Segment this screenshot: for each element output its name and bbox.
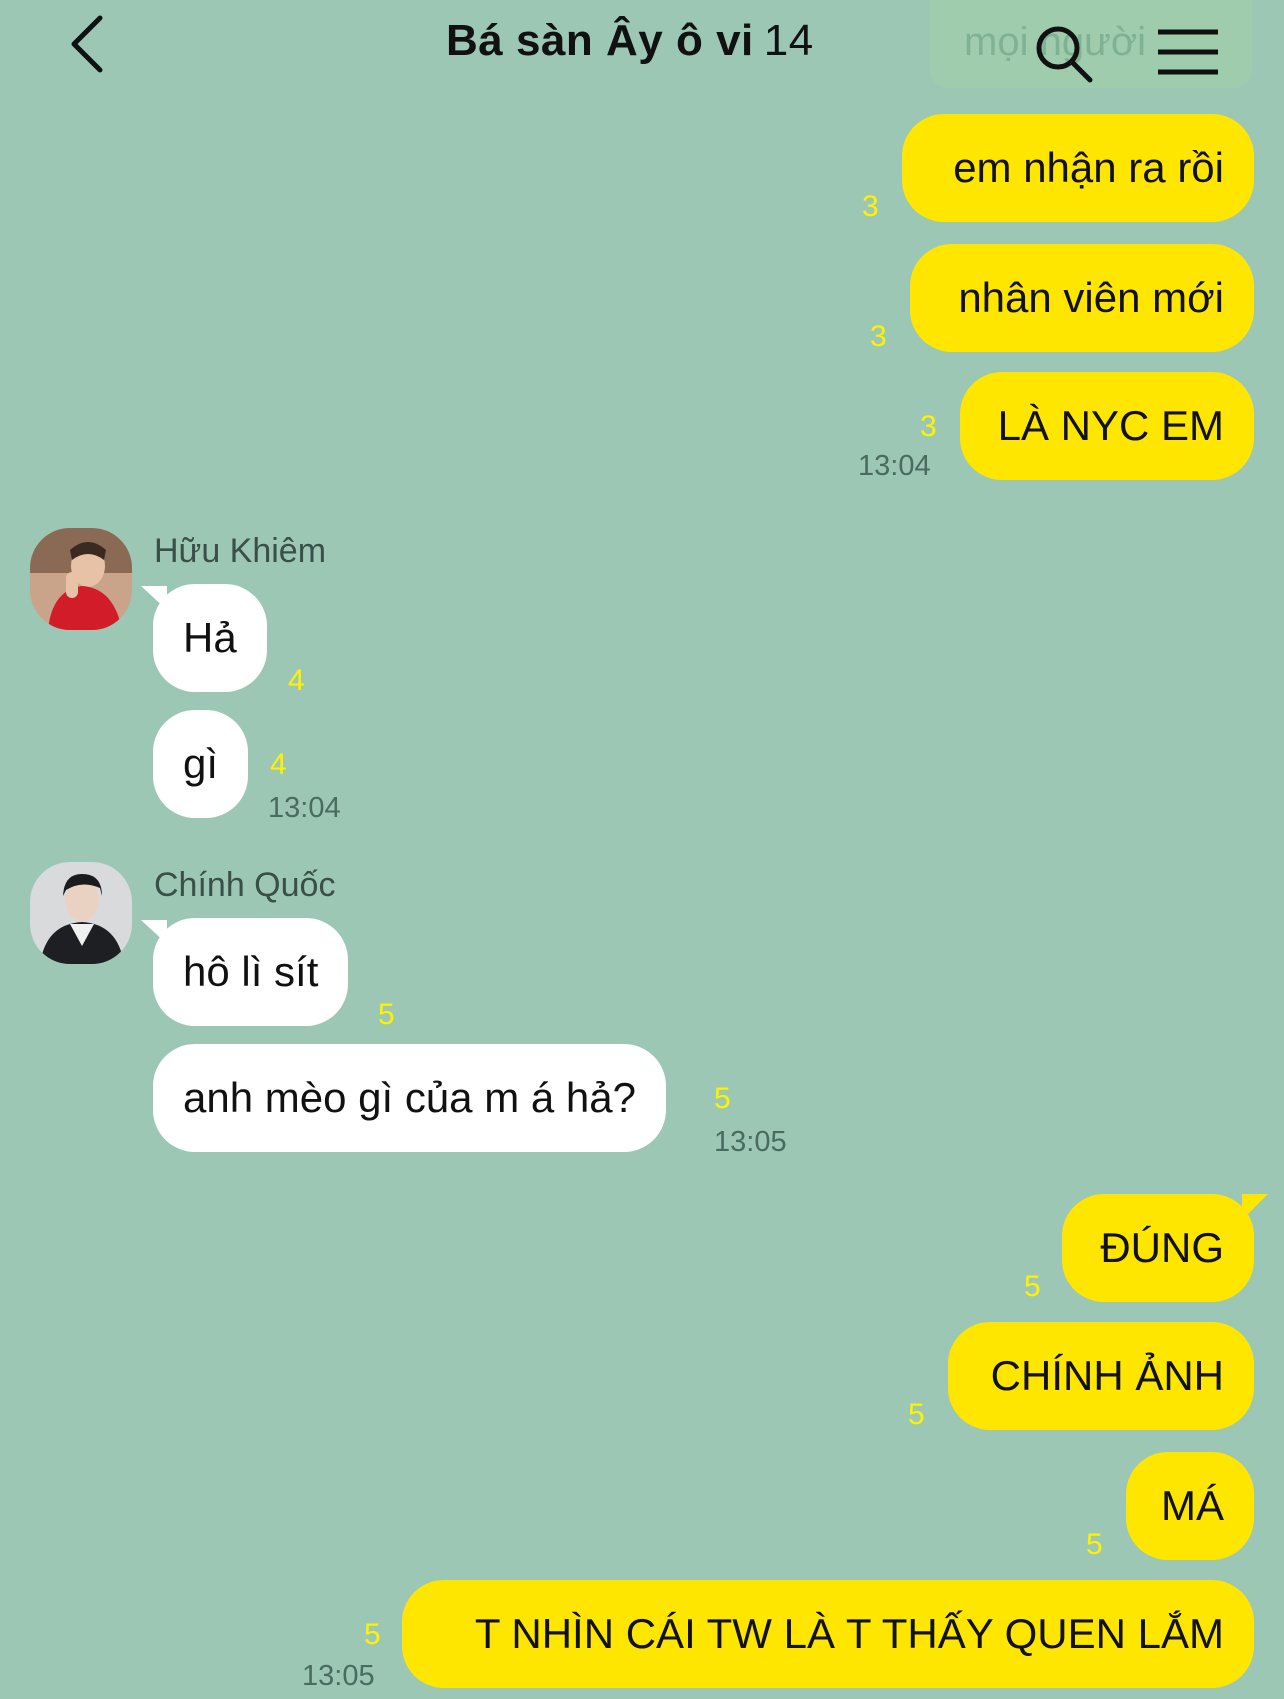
back-arrow-icon[interactable] [62, 14, 122, 74]
chat-name: Bá sàn Ây ô vi [446, 16, 754, 65]
sender-name: Hữu Khiêm [154, 532, 327, 570]
menu-icon[interactable] [1156, 26, 1220, 78]
unread-count: 5 [378, 998, 395, 1031]
message-text: em nhận ra rồi [953, 144, 1224, 191]
message-timestamp: 13:04 [268, 792, 341, 824]
message-bubble-mine[interactable]: em nhận ra rồi [902, 114, 1254, 222]
unread-count: 4 [288, 664, 305, 697]
message-bubble-mine[interactable]: ĐÚNG [1062, 1194, 1268, 1302]
message-bubble-theirs[interactable]: anh mèo gì của m á hả? [153, 1044, 666, 1152]
unread-count: 3 [870, 320, 887, 353]
message-timestamp: 13:05 [714, 1126, 787, 1158]
message-bubble-mine[interactable]: MÁ [1126, 1452, 1254, 1560]
unread-count: 5 [908, 1398, 925, 1431]
message-bubble-mine[interactable]: LÀ NYC EM [960, 372, 1254, 480]
message-text: hô lì sít [183, 948, 319, 995]
message-timestamp: 13:04 [858, 450, 931, 482]
message-bubble-theirs[interactable]: Hả [141, 584, 267, 692]
avatar[interactable] [30, 862, 132, 964]
unread-count: 5 [1086, 1528, 1103, 1561]
search-icon[interactable] [1032, 22, 1096, 86]
unread-count: 5 [1024, 1270, 1041, 1303]
member-count: 14 [763, 16, 814, 65]
message-text: Hả [183, 614, 237, 661]
message-timestamp: 13:05 [302, 1660, 375, 1692]
unread-count: 4 [270, 748, 287, 781]
message-bubble-mine[interactable]: CHÍNH ẢNH [948, 1322, 1254, 1430]
message-text: MÁ [1161, 1482, 1224, 1529]
unread-count: 3 [862, 190, 879, 223]
message-text: LÀ NYC EM [997, 402, 1224, 449]
message-bubble-theirs[interactable]: hô lì sít [140, 918, 349, 1026]
message-text: gì [183, 740, 219, 787]
unread-count: 5 [714, 1082, 731, 1115]
message-text: nhân viên mới [958, 274, 1224, 321]
unread-count: 3 [920, 410, 937, 443]
chat-header: mọi người Bá sàn Ây ô vi 14 [0, 0, 1284, 100]
avatar[interactable] [30, 528, 132, 630]
message-bubble-theirs[interactable]: gì [153, 710, 249, 818]
unread-count: 5 [364, 1618, 381, 1651]
message-text: ĐÚNG [1100, 1224, 1224, 1271]
sender-name: Chính Quốc [154, 866, 336, 904]
chat-title: Bá sàn Ây ô vi 14 [446, 16, 814, 66]
message-bubble-mine[interactable]: T NHÌN CÁI TW LÀ T THẤY QUEN LẮM [402, 1580, 1254, 1688]
message-text: T NHÌN CÁI TW LÀ T THẤY QUEN LẮM [474, 1610, 1224, 1657]
message-bubble-mine[interactable]: nhân viên mới [910, 244, 1254, 352]
message-text: anh mèo gì của m á hả? [183, 1074, 636, 1121]
message-text: CHÍNH ẢNH [990, 1352, 1224, 1399]
